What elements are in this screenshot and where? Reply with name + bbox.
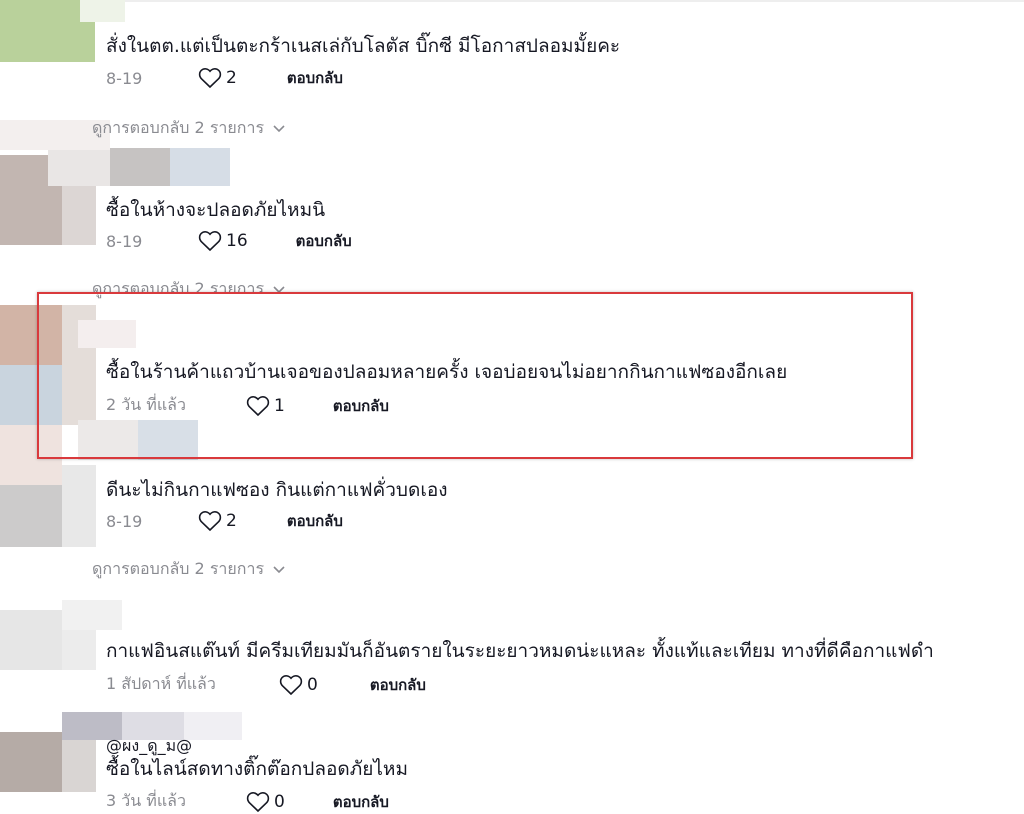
comment-2-date: 8-19 xyxy=(106,231,143,251)
top-divider xyxy=(118,0,1024,2)
comment-3-like-button[interactable]: 1 xyxy=(246,395,285,417)
comment-2-like-button[interactable]: 16 xyxy=(198,230,248,252)
avatar-blur-4b xyxy=(0,485,62,547)
comment-2-text: ซื้อในห้างจะปลอดภัยไหมนิ xyxy=(106,199,326,221)
avatar-blur-4c xyxy=(62,465,96,547)
comment-2-meta: 8-19 16 ตอบกลับ xyxy=(106,229,352,253)
avatar-blur-3[interactable] xyxy=(0,305,62,365)
name-blur-3c xyxy=(138,420,198,460)
heart-outline-icon xyxy=(279,674,303,695)
avatar-blur-4[interactable] xyxy=(0,425,62,485)
comment-4-text: ดีนะไม่กินกาแฟซอง กินแต่กาแฟคั่วบดเอง xyxy=(106,479,448,501)
heart-outline-icon xyxy=(198,68,222,89)
comment-5-meta: 1 สัปดาห์ ที่แล้ว 0 ตอบกลับ xyxy=(106,672,426,697)
comment-4-date: 8-19 xyxy=(106,511,143,531)
name-blur-2c xyxy=(170,148,230,186)
comment-1-date: 8-19 xyxy=(106,68,143,88)
comment-5-date: 1 สัปดาห์ ที่แล้ว xyxy=(106,674,216,693)
comment-6-text: ซื้อในไลน์สดทางติ๊กต๊อกปลอดภัยไหม xyxy=(106,758,408,780)
comment-4-view-replies[interactable]: ดูการตอบกลับ 2 รายการ xyxy=(92,557,286,582)
comment-4-like-button[interactable]: 2 xyxy=(198,510,237,532)
name-blur-6c xyxy=(184,712,242,740)
comment-5-like-count: 0 xyxy=(307,674,318,695)
avatar-blur-5b xyxy=(62,600,122,630)
name-blur-3a xyxy=(78,320,136,348)
heart-outline-icon xyxy=(198,511,222,532)
comment-4-like-count: 2 xyxy=(226,511,237,531)
chevron-down-icon xyxy=(273,565,285,573)
comment-5-like-button[interactable]: 0 xyxy=(279,674,318,696)
heart-outline-icon xyxy=(246,395,270,416)
comment-6-like-button[interactable]: 0 xyxy=(246,791,285,813)
comment-1-view-replies[interactable]: ดูการตอบกลับ 2 รายการ xyxy=(92,116,286,141)
comment-6-meta: 3 วัน ที่แล้ว 0 ตอบกลับ xyxy=(106,789,389,814)
comment-3-text: ซื้อในร้านค้าแถวบ้านเจอของปลอมหลายครั้ง … xyxy=(106,361,788,383)
comment-1-like-count: 2 xyxy=(226,68,237,88)
comment-3-date: 2 วัน ที่แล้ว xyxy=(106,395,186,414)
heart-outline-icon xyxy=(246,791,270,812)
comment-6-date: 3 วัน ที่แล้ว xyxy=(106,791,186,810)
heart-outline-icon xyxy=(198,231,222,252)
comment-4-reply-button[interactable]: ตอบกลับ xyxy=(287,509,343,533)
view-replies-label: ดูการตอบกลับ 2 รายการ xyxy=(92,118,265,137)
avatar-blur-6[interactable] xyxy=(0,732,62,792)
comment-3-meta: 2 วัน ที่แล้ว 1 ตอบกลับ xyxy=(106,393,389,418)
comment-2-reply-button[interactable]: ตอบกลับ xyxy=(296,229,352,253)
avatar-blur-5[interactable] xyxy=(0,610,62,670)
comment-1-reply-button[interactable]: ตอบกลับ xyxy=(287,66,343,90)
chevron-down-icon xyxy=(273,124,285,132)
name-blur-1 xyxy=(80,0,125,22)
comment-6-like-count: 0 xyxy=(274,791,285,812)
comment-3-reply-button[interactable]: ตอบกลับ xyxy=(333,394,389,418)
comment-1-text: สั่งในตต.แต่เป็นตะกร้าเนสเล่กับโลตัส บิ๊… xyxy=(106,35,621,57)
avatar-blur-6b xyxy=(62,732,96,792)
comment-2-view-replies[interactable]: ดูการตอบกลับ 2 รายการ xyxy=(92,277,286,302)
comment-4-meta: 8-19 2 ตอบกลับ xyxy=(106,509,343,533)
comment-1-like-button[interactable]: 2 xyxy=(198,67,237,89)
comment-3-like-count: 1 xyxy=(274,395,285,416)
name-blur-2a xyxy=(48,148,110,186)
name-blur-3b xyxy=(78,420,138,460)
name-blur-2b xyxy=(110,148,170,186)
comment-5-text: กาแฟอินสแต๊นท์ มีครีมเทียมมันก็อันตรายใน… xyxy=(106,640,934,662)
view-replies-label: ดูการตอบกลับ 2 รายการ xyxy=(92,559,265,578)
avatar-blur-5c xyxy=(62,630,96,670)
comment-2-like-count: 16 xyxy=(226,231,248,251)
avatar-blur-3b xyxy=(0,365,62,425)
comment-1-meta: 8-19 2 ตอบกลับ xyxy=(106,66,343,90)
view-replies-label: ดูการตอบกลับ 2 รายการ xyxy=(92,279,265,298)
comment-5-reply-button[interactable]: ตอบกลับ xyxy=(370,673,426,697)
chevron-down-icon xyxy=(273,285,285,293)
